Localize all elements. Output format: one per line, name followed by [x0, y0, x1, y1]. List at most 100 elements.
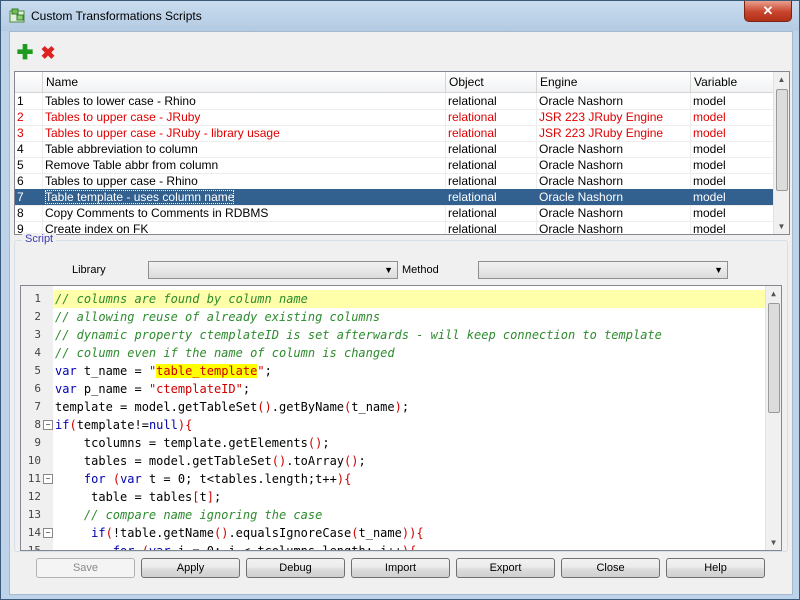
code-line[interactable]: tables = model.getTableSet().toArray(); [53, 452, 772, 470]
code-line[interactable]: // compare name ignoring the case [53, 506, 772, 524]
fold-toggle-icon[interactable]: − [43, 528, 53, 538]
table-row[interactable]: 4 Table abbreviation to column relational O… [15, 141, 775, 158]
add-script-button[interactable]: ✚ [16, 42, 34, 64]
table-cell-variable: model [691, 125, 775, 141]
table-cell-engine: Oracle Nashorn [537, 221, 691, 234]
table-cell-name: Tables to upper case - JRuby [43, 109, 446, 125]
method-select[interactable]: ▼ [478, 261, 728, 279]
import-button[interactable]: Import [351, 558, 450, 578]
table-row[interactable]: 3 Tables to upper case - JRuby - library … [15, 125, 775, 142]
x-icon: ✖ [40, 43, 56, 63]
code-line[interactable]: // allowing reuse of already existing co… [53, 308, 772, 326]
header-engine[interactable]: Engine [537, 72, 691, 92]
table-cell-variable: model [691, 141, 775, 157]
help-button[interactable]: Help [666, 558, 765, 578]
table-cell-object: relational [446, 125, 537, 141]
window-close-button[interactable]: ✕ [744, 1, 792, 22]
table-cell-engine: Oracle Nashorn [537, 173, 691, 189]
script-legend: Script [22, 233, 57, 245]
library-select[interactable]: ▼ [148, 261, 398, 279]
table-row[interactable]: 6 Tables to upper case - Rhino relational O… [15, 173, 775, 190]
dialog-client: ✚ ✖ Name Object Engine Variable 1 Tables … [9, 31, 793, 595]
delete-script-button[interactable]: ✖ [39, 44, 57, 62]
header-name[interactable]: Name [43, 72, 446, 92]
code-line[interactable]: template = model.getTableSet().getByName… [53, 398, 772, 416]
table-row[interactable]: 9 Create index on FK relational Oracle Nash… [15, 221, 775, 234]
code-line[interactable]: // column even if the name of column is … [53, 344, 772, 362]
table-cell-object: relational [446, 189, 537, 205]
window-title: Custom Transformations Scripts [31, 9, 202, 23]
table-row[interactable]: 2 Tables to upper case - JRuby relational J… [15, 109, 775, 126]
line-number: 14− [21, 524, 53, 542]
table-cell-num: 3 [15, 125, 43, 141]
code-line[interactable]: tcolumns = template.getElements(); [53, 434, 772, 452]
table-row[interactable]: 1 Tables to lower case - Rhino relational O… [15, 93, 775, 110]
code-line[interactable]: // dynamic property ctemplateID is set a… [53, 326, 772, 344]
table-cell-variable: model [691, 157, 775, 173]
code-line[interactable]: var t_name = "table_template"; [53, 362, 772, 380]
line-number: 2 [21, 308, 53, 326]
table-cell-object: relational [446, 205, 537, 221]
table-cell-variable: model [691, 189, 775, 205]
table-row[interactable]: 8 Copy Comments to Comments in RDBMS relat… [15, 205, 775, 222]
line-number: 13 [21, 506, 53, 524]
line-number-text: 7 [34, 400, 41, 413]
header-object[interactable]: Object [446, 72, 537, 92]
code-line[interactable]: table = tables[t]; [53, 488, 772, 506]
fold-toggle-icon[interactable]: − [43, 474, 53, 484]
close-button[interactable]: Close [561, 558, 660, 578]
debug-button[interactable]: Debug [246, 558, 345, 578]
line-number-text: 14 [27, 526, 41, 539]
line-number-text: 6 [34, 382, 41, 395]
save-button[interactable]: Save [36, 558, 135, 578]
line-number-text: 10 [27, 454, 41, 467]
table-cell-name: Tables to upper case - JRuby - library u… [43, 125, 446, 141]
fold-toggle-icon[interactable]: − [43, 420, 53, 430]
line-number: 15 [21, 542, 53, 550]
code-line[interactable]: for (var t = 0; t<tables.length;t++){ [53, 470, 772, 488]
plus-icon: ✚ [16, 42, 34, 64]
scroll-up-icon[interactable]: ▲ [774, 72, 789, 87]
line-number-text: 12 [27, 490, 41, 503]
table-scrollbar[interactable]: ▲ ▼ [773, 72, 789, 234]
line-number: 7 [21, 398, 53, 416]
chevron-down-icon: ▼ [714, 265, 723, 275]
table-cell-engine: Oracle Nashorn [537, 141, 691, 157]
selected-name-text: Table template - uses column name [45, 190, 235, 204]
code-line[interactable]: if(!table.getName().equalsIgnoreCase(t_n… [53, 524, 772, 542]
close-label: Close [596, 562, 625, 574]
scroll-thumb[interactable] [768, 303, 780, 413]
apply-button[interactable]: Apply [141, 558, 240, 578]
table-cell-object: relational [446, 221, 537, 234]
script-editor[interactable]: 1 2 3 4 5 6 7 8−9 10 11−12 13 14−15 // columns are … [20, 285, 782, 551]
table-cell-num: 4 [15, 141, 43, 157]
scripts-table[interactable]: Name Object Engine Variable 1 Tables to l… [14, 71, 790, 235]
line-number-text: 1 [34, 292, 41, 305]
table-cell-variable: model [691, 205, 775, 221]
close-icon: ✕ [762, 3, 774, 18]
table-cell-name: Tables to upper case - Rhino [43, 173, 446, 189]
scroll-thumb[interactable] [776, 89, 788, 191]
code-line[interactable]: for (var i = 0; i < tcolumns.length; i++… [53, 542, 772, 550]
table-cell-object: relational [446, 173, 537, 189]
export-label: Export [489, 562, 522, 574]
scroll-down-icon[interactable]: ▼ [774, 219, 789, 234]
table-cell-num: 7 [15, 189, 43, 205]
app-icon [9, 8, 25, 23]
editor-scrollbar[interactable]: ▲ ▼ [765, 286, 781, 550]
code-line[interactable]: // columns are found by column name [53, 290, 772, 308]
line-number-text: 3 [34, 328, 41, 341]
table-cell-num: 8 [15, 205, 43, 221]
method-label: Method [402, 264, 439, 276]
header-variable[interactable]: Variable [691, 72, 775, 92]
export-button[interactable]: Export [456, 558, 555, 578]
scroll-down-icon[interactable]: ▼ [766, 535, 781, 550]
code-line[interactable]: var p_name = "ctemplateID"; [53, 380, 772, 398]
table-cell-variable: model [691, 109, 775, 125]
table-cell-name: Table template - uses column name [43, 189, 446, 205]
table-row[interactable]: 7 Table template - uses column name relati… [15, 189, 775, 206]
table-row[interactable]: 5 Remove Table abbr from column relational… [15, 157, 775, 174]
title-bar[interactable]: Custom Transformations Scripts ✕ [1, 1, 799, 31]
code-line[interactable]: if(template!=null){ [53, 416, 772, 434]
scroll-up-icon[interactable]: ▲ [766, 286, 781, 301]
